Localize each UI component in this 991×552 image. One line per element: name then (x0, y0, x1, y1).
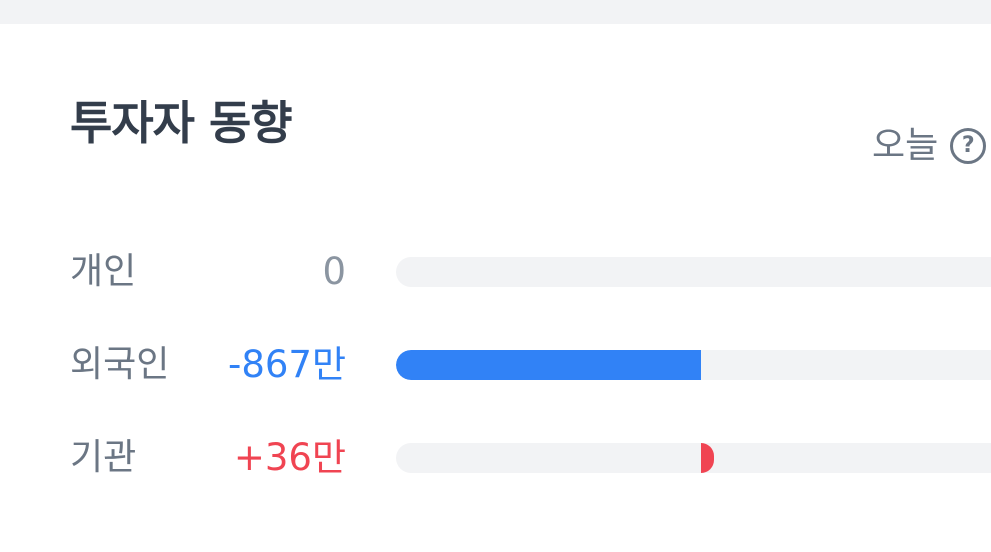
investor-label: 외국인 (70, 344, 170, 385)
investor-net-value: +36만 (233, 436, 346, 479)
investor-net-value: 0 (322, 250, 346, 293)
investor-row-individual: 개인 0 (0, 247, 991, 297)
net-flow-bar-track (396, 350, 991, 380)
investor-row-institution: 기관 +36만 (0, 433, 991, 483)
investor-net-value: -867만 (227, 343, 346, 386)
section-title: 투자자 동향 (70, 96, 293, 150)
net-flow-bar-fill (396, 350, 701, 380)
period-label: 오늘 (872, 125, 939, 166)
investor-label: 기관 (70, 437, 137, 478)
question-circle-icon[interactable]: ? (950, 128, 987, 164)
net-flow-bar-track (396, 443, 991, 473)
net-flow-bar-track (396, 257, 991, 287)
net-flow-bar-fill (701, 443, 714, 473)
period-selector[interactable]: 오늘 ? (872, 125, 987, 166)
investor-label: 개인 (70, 251, 137, 292)
investor-row-foreign: 외국인 -867만 (0, 340, 991, 390)
top-divider-strip (0, 0, 991, 24)
